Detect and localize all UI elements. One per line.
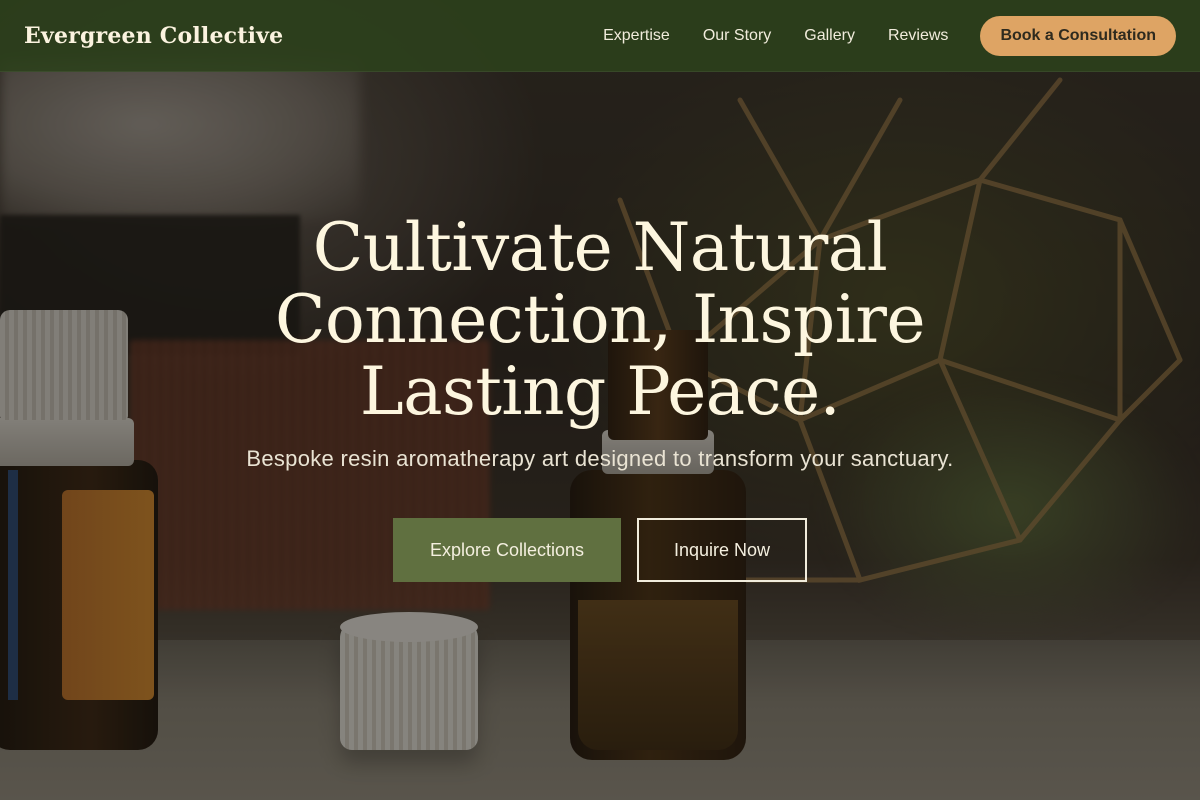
hero-title: Cultivate Natural Connection, Inspire La… bbox=[274, 209, 926, 430]
hero-subtitle: Bespoke resin aromatherapy art designed … bbox=[246, 446, 954, 471]
book-consultation-button[interactable]: Book a Consultation bbox=[980, 15, 1176, 56]
hero-section: Cultivate Natural Connection, Inspire La… bbox=[0, 72, 1200, 800]
explore-collections-button[interactable]: Explore Collections bbox=[393, 518, 621, 582]
hero-actions: Explore Collections Inquire Now bbox=[393, 518, 807, 582]
nav-link-reviews[interactable]: Reviews bbox=[888, 27, 948, 45]
nav-link-our-story[interactable]: Our Story bbox=[703, 27, 771, 45]
nav-links: Expertise Our Story Gallery Reviews bbox=[603, 27, 948, 45]
landing-page: Evergreen Collective Expertise Our Story… bbox=[0, 0, 1200, 800]
nav-link-expertise[interactable]: Expertise bbox=[603, 27, 670, 45]
nav-link-gallery[interactable]: Gallery bbox=[804, 27, 855, 45]
top-navigation: Evergreen Collective Expertise Our Story… bbox=[0, 0, 1200, 72]
inquire-now-button[interactable]: Inquire Now bbox=[637, 518, 807, 582]
brand-logo[interactable]: Evergreen Collective bbox=[24, 23, 283, 49]
